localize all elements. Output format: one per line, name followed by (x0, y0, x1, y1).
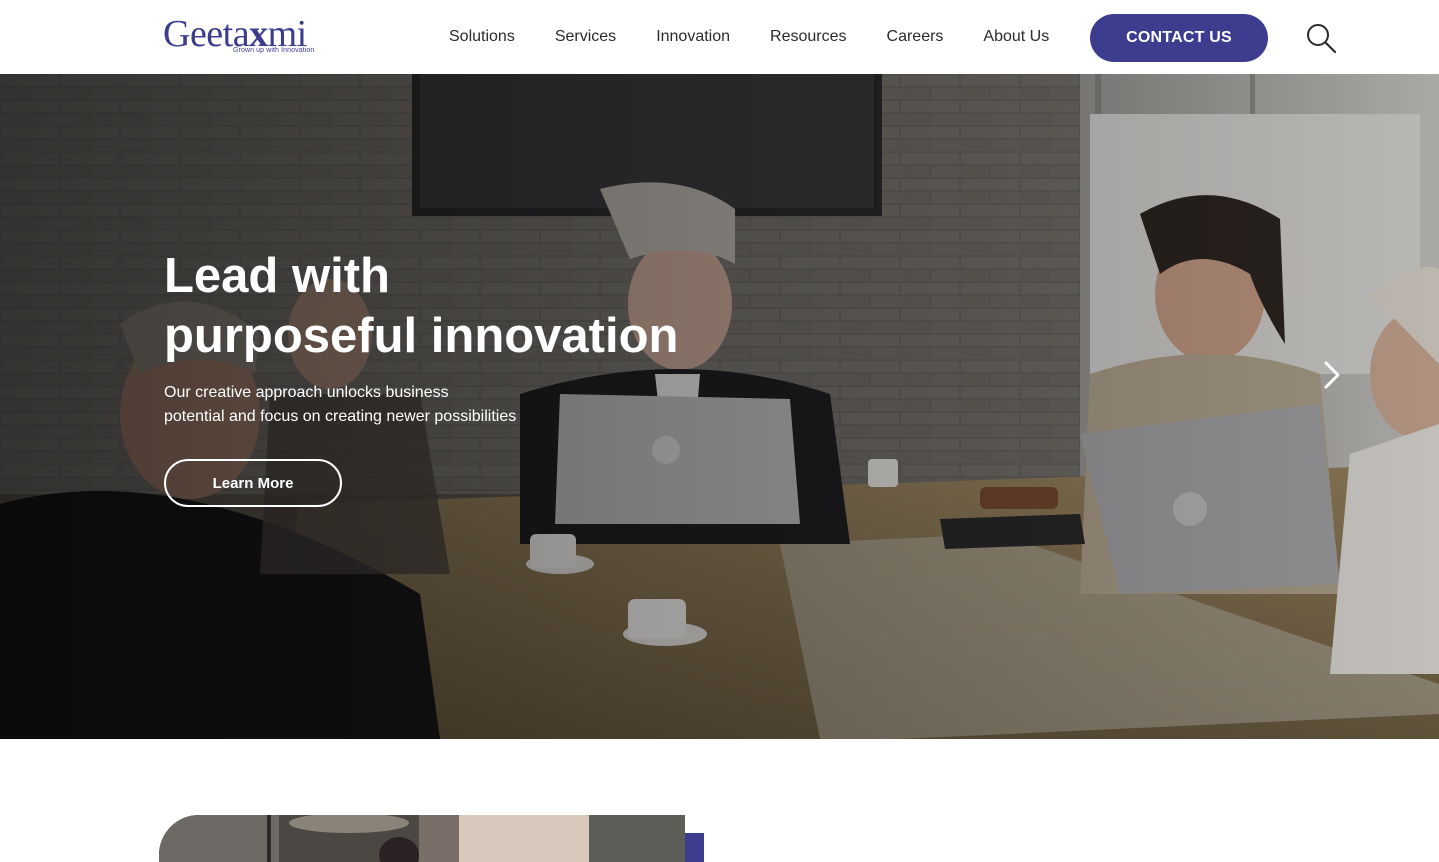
accent-block (685, 833, 704, 862)
nav-item-about-us[interactable]: About Us (983, 28, 1049, 46)
hero-subtitle: Our creative approach unlocks business po… (164, 381, 544, 429)
nav-item-innovation[interactable]: Innovation (656, 28, 730, 46)
hero-title-line1: Lead with (164, 249, 390, 303)
search-icon[interactable] (1305, 22, 1337, 54)
hero-title-line2: purposeful innovation (164, 309, 679, 363)
logo-tagline: Grown up with Innovation (233, 47, 315, 54)
hero-title: Lead with purposeful innovation (164, 246, 724, 366)
section-image-photo (159, 815, 685, 862)
main-nav: Solutions Services Innovation Resources … (449, 0, 1049, 74)
hero-subtitle-line1: Our creative approach unlocks business (164, 384, 449, 401)
nav-item-solutions[interactable]: Solutions (449, 28, 515, 46)
contact-us-button[interactable]: CONTACT US (1090, 14, 1268, 62)
hero-subtitle-line2: potential and focus on creating newer po… (164, 408, 517, 425)
nav-item-services[interactable]: Services (555, 28, 616, 46)
learn-more-button[interactable]: Learn More (164, 459, 342, 507)
site-logo[interactable]: Geetaxmi Grown up with Innovation (163, 13, 315, 59)
site-header: Geetaxmi Grown up with Innovation Soluti… (0, 0, 1439, 74)
hero-banner: Lead with purposeful innovation Our creat… (0, 74, 1439, 739)
section-image (159, 815, 685, 862)
chevron-right-icon[interactable] (1318, 359, 1346, 391)
nav-item-resources[interactable]: Resources (770, 28, 846, 46)
nav-item-careers[interactable]: Careers (887, 28, 944, 46)
